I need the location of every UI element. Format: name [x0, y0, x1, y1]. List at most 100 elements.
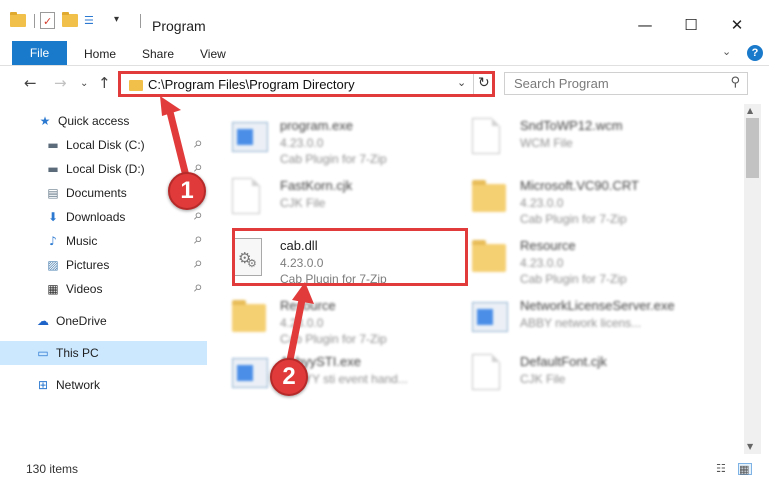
- sidebar-item-quick-access[interactable]: ★ Quick access: [0, 109, 207, 133]
- vertical-scrollbar[interactable]: ▲ ▼: [744, 104, 761, 454]
- sidebar-item-onedrive[interactable]: ☁ OneDrive: [0, 309, 207, 333]
- ribbon-tabs: File Home Share View ⌄ ?: [0, 40, 769, 66]
- back-button[interactable]: ←: [24, 74, 37, 92]
- title-separator: [140, 14, 141, 28]
- file-item[interactable]: DefaultFont.cjk CJK File: [460, 344, 700, 404]
- sidebar-item-music[interactable]: ♪ Music ⚲: [0, 229, 207, 253]
- step-marker-2: 2: [270, 358, 308, 396]
- application-icon: [232, 354, 268, 394]
- folder-icon: [10, 12, 26, 27]
- download-icon: ⬇: [47, 210, 59, 224]
- document-icon: [232, 178, 266, 218]
- sidebar-item-label: Local Disk (C:): [66, 138, 145, 152]
- file-item[interactable]: FastKorn.cjk CJK File: [220, 168, 460, 228]
- folder-icon: [232, 298, 266, 338]
- sidebar-item-label: OneDrive: [56, 314, 107, 328]
- sidebar-item-label: Music: [66, 234, 98, 248]
- file-detail: 4.23.0.0: [280, 136, 324, 150]
- network-icon: ⊞: [37, 378, 49, 392]
- customize-dropdown-icon[interactable]: ▾: [114, 14, 119, 25]
- address-path[interactable]: C:\Program Files\Program Directory: [148, 77, 355, 92]
- documents-icon: ▤: [47, 186, 59, 200]
- address-divider: [473, 74, 474, 94]
- tab-view[interactable]: View: [200, 43, 226, 65]
- sidebar-item-label: Local Disk (D:): [66, 162, 145, 176]
- tab-home[interactable]: Home: [84, 43, 116, 65]
- music-icon: ♪: [49, 234, 57, 248]
- sidebar-item-label: Quick access: [58, 114, 130, 128]
- close-button[interactable]: ✕: [714, 10, 760, 40]
- folder-icon: [129, 80, 143, 91]
- up-button[interactable]: ↑: [98, 74, 111, 92]
- file-item[interactable]: AbbyySTI.exe ABBYY sti event hand...: [220, 344, 460, 404]
- scroll-up-icon[interactable]: ▲: [747, 106, 753, 115]
- highlight-box: [232, 228, 468, 286]
- file-item[interactable]: Resource 4.23.0.0 Cab Plugin for 7-Zip: [460, 228, 700, 288]
- search-input[interactable]: Search Program: [514, 76, 609, 91]
- sidebar-item-label: Network: [56, 378, 101, 392]
- recent-locations-button[interactable]: ⌄: [80, 78, 88, 89]
- folder-icon: [472, 178, 506, 218]
- file-name: NetworkLicenseServer.exe: [520, 298, 675, 313]
- videos-icon: ▦: [47, 282, 59, 296]
- tab-share[interactable]: Share: [142, 43, 174, 65]
- file-name: Resource: [280, 298, 336, 313]
- refresh-icon[interactable]: ↻: [478, 75, 490, 91]
- file-item[interactable]: Resource 4.23.0.0 Cab Plugin for 7-Zip: [220, 288, 460, 348]
- sidebar-item-local-disk-c[interactable]: ▬ Local Disk (C:) ⚲: [0, 133, 207, 157]
- file-name: Microsoft.VC90.CRT: [520, 178, 639, 193]
- sidebar-item-label: Pictures: [66, 258, 110, 272]
- help-icon[interactable]: ?: [747, 45, 763, 61]
- document-icon: [472, 354, 506, 394]
- address-bar[interactable]: C:\Program Files\Program Directory ⌄ ↻: [118, 71, 495, 97]
- forward-button[interactable]: →: [54, 74, 67, 92]
- file-description: Cab Plugin for 7-Zip: [280, 152, 387, 166]
- large-icons-view-icon[interactable]: ▦: [738, 463, 752, 476]
- pin-icon[interactable]: ⚲: [186, 230, 208, 252]
- status-bar: 130 items ☷ ▦: [0, 456, 769, 482]
- new-folder-icon[interactable]: [62, 12, 78, 27]
- file-detail: 4.23.0.0: [280, 316, 324, 330]
- file-item[interactable]: Microsoft.VC90.CRT 4.23.0.0 Cab Plugin for…: [460, 168, 700, 228]
- scroll-thumb[interactable]: [746, 118, 759, 178]
- address-dropdown-icon[interactable]: ⌄: [457, 76, 466, 89]
- maximize-button[interactable]: ☐: [668, 10, 714, 40]
- tab-file[interactable]: File: [12, 41, 67, 65]
- file-detail: ABBY network licens...: [520, 316, 642, 330]
- file-detail: 4.23.0.0: [520, 196, 564, 210]
- sidebar-item-label: Documents: [66, 186, 127, 200]
- application-icon: [232, 118, 268, 158]
- sidebar-item-videos[interactable]: ▦ Videos ⚲: [0, 277, 207, 301]
- title-bar: ✓ ☰ ▾ Program — ☐ ✕: [0, 0, 769, 40]
- sidebar-item-downloads[interactable]: ⬇ Downloads ⚲: [0, 205, 207, 229]
- folder-icon: [472, 238, 506, 278]
- details-view-icon[interactable]: ☷: [716, 463, 730, 475]
- sidebar-item-this-pc[interactable]: ▭ This PC: [0, 341, 207, 365]
- sidebar-item-label: This PC: [56, 346, 99, 360]
- pin-icon[interactable]: ⚲: [186, 134, 208, 156]
- expand-ribbon-icon[interactable]: ⌄: [722, 45, 731, 58]
- search-box[interactable]: Search Program ⚲: [504, 72, 748, 95]
- pin-icon[interactable]: ⚲: [186, 254, 208, 276]
- document-icon: [472, 118, 506, 158]
- search-icon[interactable]: ⚲: [730, 75, 740, 90]
- sidebar-item-network[interactable]: ⊞ Network: [0, 373, 207, 397]
- drive-icon: ▬: [47, 162, 59, 176]
- sidebar-item-label: Videos: [66, 282, 103, 296]
- view-icon[interactable]: ☰: [84, 14, 100, 28]
- file-item[interactable]: NetworkLicenseServer.exe ABBY network lic…: [460, 288, 700, 348]
- scroll-down-icon[interactable]: ▼: [747, 442, 753, 451]
- file-name: SndToWP12.wcm: [520, 118, 623, 133]
- minimize-button[interactable]: —: [622, 10, 668, 40]
- file-item[interactable]: SndToWP12.wcm WCM File: [460, 108, 700, 168]
- file-name: FastKorn.cjk: [280, 178, 353, 193]
- file-name: Resource: [520, 238, 576, 253]
- pin-icon[interactable]: ⚲: [186, 278, 208, 300]
- file-item[interactable]: program.exe 4.23.0.0 Cab Plugin for 7-Zip: [220, 108, 460, 168]
- star-icon: ★: [39, 114, 51, 128]
- file-name: program.exe: [280, 118, 353, 133]
- application-icon: [472, 298, 508, 338]
- properties-icon[interactable]: ✓: [40, 12, 55, 29]
- sidebar-item-pictures[interactable]: ▨ Pictures ⚲: [0, 253, 207, 277]
- file-name: DefaultFont.cjk: [520, 354, 607, 369]
